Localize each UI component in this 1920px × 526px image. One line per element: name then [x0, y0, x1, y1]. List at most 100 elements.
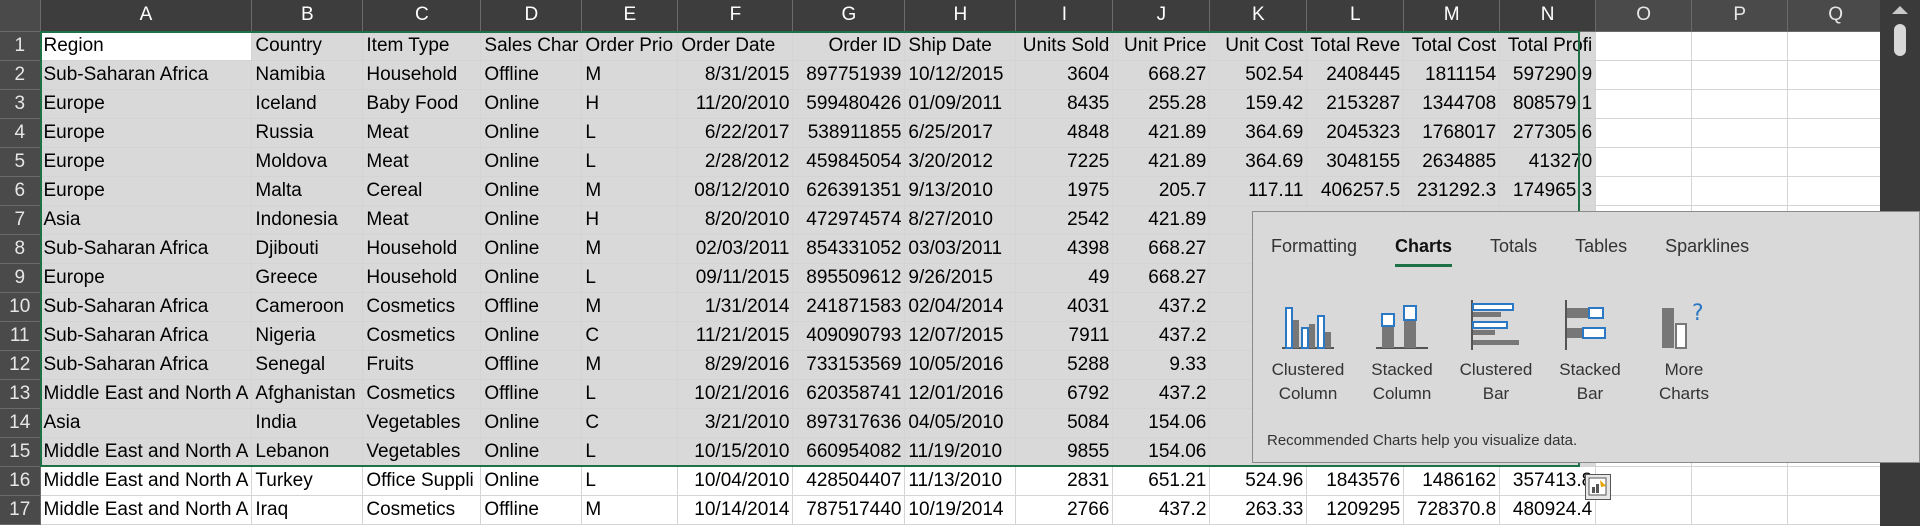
cell[interactable]: Online — [480, 408, 583, 438]
cell[interactable]: Household — [362, 60, 482, 90]
cell[interactable]: Middle East and North A — [40, 466, 253, 496]
cell[interactable]: C — [581, 321, 679, 351]
cell[interactable]: 2831 — [1015, 466, 1114, 496]
cell[interactable]: Moldova — [251, 147, 364, 177]
cell[interactable]: M — [581, 495, 679, 525]
cell[interactable]: Meat — [362, 147, 482, 177]
cell[interactable] — [1787, 176, 1885, 206]
cell[interactable]: 480924.4 — [1499, 495, 1597, 525]
cell[interactable]: 10/21/2016 — [677, 379, 794, 409]
chart-option-clustered-column[interactable]: Clustered Column — [1261, 294, 1355, 406]
cell[interactable]: 49 — [1015, 263, 1114, 293]
cell[interactable]: 1209295 — [1306, 495, 1405, 525]
cell[interactable]: Europe — [40, 263, 253, 293]
cell[interactable] — [1595, 176, 1693, 206]
cell[interactable]: Cosmetics — [362, 495, 482, 525]
column-header[interactable]: G — [792, 0, 906, 32]
cell[interactable]: 1/31/2014 — [677, 292, 794, 322]
cell[interactable]: 364.69 — [1209, 118, 1308, 148]
cell[interactable]: Units Sold — [1015, 31, 1114, 61]
cell[interactable]: 3604 — [1015, 60, 1114, 90]
tab-formatting[interactable]: Formatting — [1271, 236, 1357, 267]
cell[interactable]: 428504407 — [792, 466, 906, 496]
cell[interactable] — [1691, 60, 1789, 90]
cell[interactable]: M — [581, 176, 679, 206]
column-header[interactable]: K — [1209, 0, 1308, 32]
cell[interactable]: 4031 — [1015, 292, 1114, 322]
cell[interactable] — [1595, 89, 1693, 119]
cell[interactable]: H — [581, 205, 679, 235]
cell[interactable]: Online — [480, 118, 583, 148]
cell[interactable]: H — [581, 89, 679, 119]
cell[interactable]: Iceland — [251, 89, 364, 119]
cell[interactable] — [1595, 60, 1693, 90]
column-header[interactable]: F — [677, 0, 794, 32]
cell[interactable]: 01/09/2011 — [904, 89, 1017, 119]
cell[interactable]: 8/20/2010 — [677, 205, 794, 235]
cell[interactable]: Online — [480, 321, 583, 351]
cell[interactable]: 808579.1 — [1499, 89, 1597, 119]
cell[interactable]: 174965.3 — [1499, 176, 1597, 206]
cell[interactable]: M — [581, 350, 679, 380]
cell[interactable]: 421.89 — [1112, 118, 1211, 148]
cell[interactable] — [1787, 89, 1885, 119]
cell[interactable]: 538911855 — [792, 118, 906, 148]
cell[interactable]: Cosmetics — [362, 379, 482, 409]
cell[interactable]: Total Reve — [1306, 31, 1405, 61]
cell[interactable]: Office Suppli — [362, 466, 482, 496]
cell[interactable]: Offline — [480, 379, 583, 409]
cell[interactable] — [1787, 466, 1885, 496]
cell[interactable] — [1691, 176, 1789, 206]
cell[interactable]: 4398 — [1015, 234, 1114, 264]
row-header[interactable]: 8 — [0, 234, 41, 264]
column-header[interactable]: Q — [1787, 0, 1885, 32]
cell[interactable]: 1768017 — [1403, 118, 1501, 148]
cell[interactable]: 1843576 — [1306, 466, 1405, 496]
cell[interactable]: L — [581, 147, 679, 177]
column-header[interactable]: A — [40, 0, 253, 32]
cell[interactable]: Djibouti — [251, 234, 364, 264]
cell[interactable]: 437.2 — [1112, 495, 1211, 525]
cell[interactable]: Cereal — [362, 176, 482, 206]
cell[interactable]: Afghanistan — [251, 379, 364, 409]
cell[interactable]: 231292.3 — [1403, 176, 1501, 206]
cell[interactable]: C — [581, 408, 679, 438]
cell[interactable]: Total Profi — [1499, 31, 1597, 61]
cell[interactable]: 459845054 — [792, 147, 906, 177]
cell[interactable]: Nigeria — [251, 321, 364, 351]
cell[interactable]: 5084 — [1015, 408, 1114, 438]
cell[interactable]: Item Type — [362, 31, 482, 61]
cell[interactable]: 2045323 — [1306, 118, 1405, 148]
cell[interactable] — [1691, 147, 1789, 177]
column-header[interactable]: C — [362, 0, 482, 32]
cell[interactable]: Online — [480, 437, 583, 467]
cell[interactable]: Meat — [362, 205, 482, 235]
cell[interactable]: Order ID — [792, 31, 906, 61]
chart-option-clustered-bar[interactable]: Clustered Bar — [1449, 294, 1543, 406]
cell[interactable]: Middle East and North A — [40, 437, 253, 467]
cell[interactable]: Sub-Saharan Africa — [40, 60, 253, 90]
cell[interactable]: 263.33 — [1209, 495, 1308, 525]
cell[interactable]: 1811154 — [1403, 60, 1501, 90]
tab-charts[interactable]: Charts — [1395, 236, 1453, 267]
cell[interactable]: M — [581, 234, 679, 264]
row-header[interactable]: 17 — [0, 495, 41, 525]
cell[interactable]: Online — [480, 176, 583, 206]
cell[interactable]: 02/03/2011 — [677, 234, 794, 264]
cell[interactable]: 2/28/2012 — [677, 147, 794, 177]
column-header[interactable]: O — [1595, 0, 1693, 32]
cell[interactable]: Europe — [40, 176, 253, 206]
cell[interactable]: Region — [40, 31, 253, 61]
cell[interactable]: 7225 — [1015, 147, 1114, 177]
cell[interactable]: Russia — [251, 118, 364, 148]
cell[interactable]: 524.96 — [1209, 466, 1308, 496]
cell[interactable]: Household — [362, 234, 482, 264]
cell[interactable]: 626391351 — [792, 176, 906, 206]
cell[interactable]: 733153569 — [792, 350, 906, 380]
cell[interactable]: Country — [251, 31, 364, 61]
cell[interactable]: 668.27 — [1112, 60, 1211, 90]
column-header[interactable]: I — [1015, 0, 1114, 32]
cell[interactable] — [1691, 118, 1789, 148]
cell[interactable]: Cosmetics — [362, 321, 482, 351]
cell[interactable]: Meat — [362, 118, 482, 148]
